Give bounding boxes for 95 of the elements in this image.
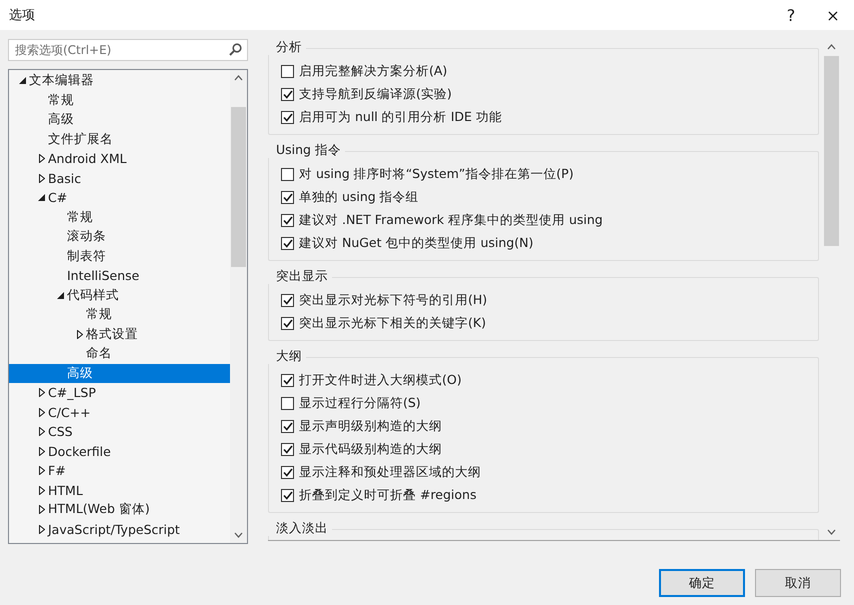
- tree-item[interactable]: JavaScript/TypeScript: [9, 520, 230, 539]
- checkbox[interactable]: [281, 190, 294, 204]
- option-label: 对 using 排序时将“System”指令排在第一位(P): [299, 166, 574, 182]
- expanded-arrow-icon[interactable]: [19, 77, 26, 84]
- option-label: 单独的 using 指令组: [299, 188, 419, 206]
- tree-item[interactable]: 命名: [9, 344, 230, 364]
- scrollbar-thumb[interactable]: [231, 107, 246, 267]
- collapsed-arrow-icon[interactable]: [38, 427, 44, 436]
- tree-item[interactable]: F#: [9, 461, 230, 480]
- checkbox[interactable]: [281, 236, 294, 250]
- option-label: 支持导航到反编译源(实验): [299, 86, 452, 102]
- close-button[interactable]: ×: [812, 0, 854, 30]
- option-label: 显示声明级别构造的大纲: [299, 418, 442, 434]
- check-icon: [282, 216, 292, 224]
- option-label: 启用完整解决方案分析(A): [299, 62, 448, 80]
- tree-item[interactable]: C#: [9, 188, 230, 208]
- tree-item[interactable]: IntelliSense: [9, 266, 230, 286]
- option-label: 显示注释和预处理器区域的大纲: [299, 464, 481, 480]
- check-icon: [282, 422, 292, 430]
- tree-item[interactable]: Dockerfile: [9, 442, 230, 461]
- check-icon: [282, 90, 292, 98]
- checkbox[interactable]: [281, 466, 294, 478]
- tree-item[interactable]: 常规: [9, 90, 230, 110]
- scrollbar-thumb[interactable]: [824, 56, 839, 246]
- option-label: 启用可为 null 的引用分析 IDE 功能: [299, 108, 502, 126]
- checkbox[interactable]: [281, 294, 294, 306]
- option-label: 建议对 .NET Framework 程序集中的类型使用 using: [299, 212, 603, 228]
- group-title: 大纲: [268, 348, 306, 364]
- checkbox[interactable]: [281, 420, 294, 432]
- tree-item[interactable]: CSS: [9, 422, 230, 442]
- checkbox[interactable]: [281, 214, 294, 226]
- check-icon: [282, 490, 292, 500]
- search-icon[interactable]: [229, 43, 242, 56]
- tree-item[interactable]: 常规: [9, 208, 230, 227]
- tree-item[interactable]: C#_LSP: [9, 383, 230, 402]
- checkbox[interactable]: [281, 88, 294, 100]
- scrollbar[interactable]: [230, 70, 247, 543]
- tree-item[interactable]: 常规: [9, 305, 230, 324]
- group-title: 突出显示: [268, 268, 332, 284]
- check-icon: [282, 444, 292, 454]
- tree-item[interactable]: HTML(Web 窗体): [9, 500, 230, 520]
- check-icon: [282, 296, 292, 304]
- collapsed-arrow-icon[interactable]: [38, 174, 44, 183]
- collapsed-arrow-icon[interactable]: [38, 505, 44, 514]
- option-label: 打开文件时进入大纲模式(O): [299, 372, 462, 388]
- tree-item[interactable]: 格式设置: [9, 324, 230, 344]
- collapsed-arrow-icon[interactable]: [38, 154, 44, 164]
- collapsed-arrow-icon[interactable]: [38, 486, 44, 495]
- check-icon: [282, 318, 292, 328]
- check-icon: [282, 376, 292, 384]
- help-button[interactable]: ?: [770, 0, 812, 30]
- checkbox[interactable]: [281, 374, 294, 386]
- checkbox[interactable]: [281, 110, 294, 124]
- group-title: Using 指令: [268, 142, 345, 158]
- checkbox[interactable]: [281, 442, 294, 456]
- tree-item[interactable]: 文本编辑器: [9, 71, 230, 90]
- tree-item[interactable]: Android XML: [9, 149, 230, 168]
- expanded-arrow-icon[interactable]: [57, 292, 64, 299]
- tree-item[interactable]: HTML: [9, 480, 230, 500]
- collapsed-arrow-icon[interactable]: [38, 524, 44, 534]
- expanded-arrow-icon[interactable]: [38, 194, 45, 202]
- collapsed-arrow-icon[interactable]: [38, 388, 44, 398]
- tree-item[interactable]: 滚动条: [9, 227, 230, 246]
- tree-item[interactable]: Basic: [9, 168, 230, 188]
- checkbox[interactable]: [281, 396, 294, 410]
- option-label: 显示过程行分隔符(S): [299, 394, 421, 412]
- collapsed-arrow-icon[interactable]: [38, 408, 44, 417]
- tree-item[interactable]: 文件扩展名: [9, 130, 230, 149]
- tree-item[interactable]: C/C++: [9, 402, 230, 422]
- window-title: 选项: [9, 7, 36, 24]
- search-field[interactable]: 搜索选项(Ctrl+E): [8, 39, 248, 61]
- group-title: 淡入淡出: [268, 520, 332, 536]
- checkbox[interactable]: [281, 168, 294, 180]
- option-label: 显示代码级别构造的大纲: [299, 440, 442, 458]
- check-icon: [282, 468, 292, 476]
- checkbox[interactable]: [281, 488, 294, 502]
- checkbox[interactable]: [281, 316, 294, 330]
- check-icon: [282, 112, 292, 122]
- collapsed-arrow-icon[interactable]: [38, 466, 44, 476]
- tree-item[interactable]: 高级: [9, 110, 230, 130]
- tree-item[interactable]: 高级: [9, 364, 230, 383]
- option-label: 突出显示对光标下符号的引用(H): [299, 292, 488, 308]
- tree-item[interactable]: 代码样式: [9, 286, 230, 305]
- option-label: 突出显示光标下相关的关键字(K): [299, 314, 486, 332]
- collapsed-arrow-icon[interactable]: [76, 330, 82, 339]
- ok-button[interactable]: 确定: [659, 569, 745, 597]
- group-title: 分析: [268, 39, 306, 55]
- check-icon: [282, 238, 292, 248]
- cancel-button[interactable]: 取消: [755, 569, 841, 597]
- option-label: 建议对 NuGet 包中的类型使用 using(N): [299, 234, 534, 252]
- check-icon: [282, 192, 292, 202]
- tree-item[interactable]: 制表符: [9, 246, 230, 266]
- option-label: 折叠到定义时可折叠 #regions: [299, 486, 476, 504]
- checkbox[interactable]: [281, 64, 294, 78]
- collapsed-arrow-icon[interactable]: [38, 446, 44, 456]
